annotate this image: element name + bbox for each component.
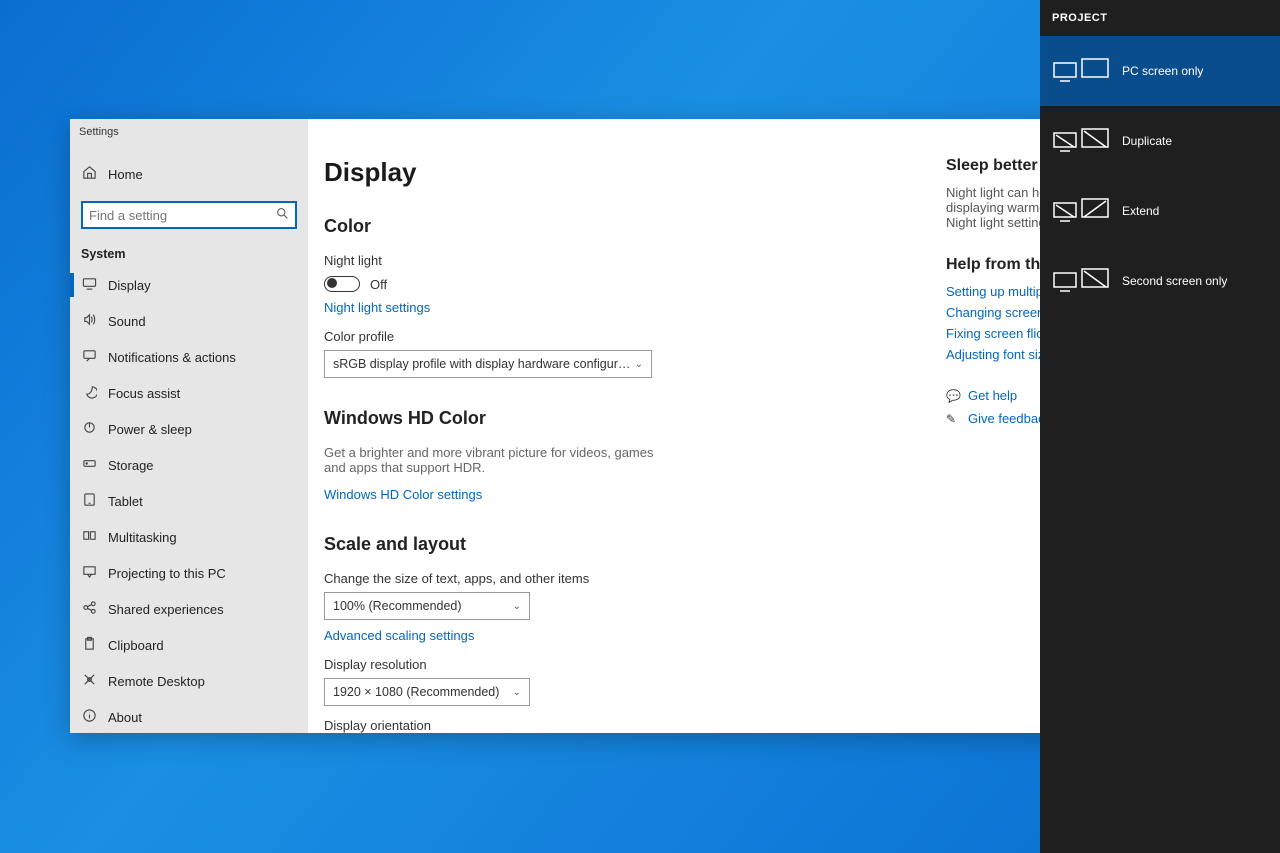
section-color: Color Night light Off Night light settin… [324,216,922,378]
sidebar-nav: Display Sound Notifications & actions Fo… [70,267,308,733]
night-light-label: Night light [324,253,922,268]
sidebar-item-display[interactable]: Display [70,267,308,303]
nav-label: Clipboard [108,638,164,653]
tablet-icon [81,492,97,510]
about-icon [81,708,97,726]
sidebar-item-tablet[interactable]: Tablet [70,483,308,519]
project-option-label: Extend [1122,204,1159,218]
nav-label: Projecting to this PC [108,566,226,581]
clipboard-icon [81,636,97,654]
project-option-label: Duplicate [1122,134,1172,148]
hdr-settings-link[interactable]: Windows HD Color settings [324,487,482,502]
section-scale: Scale and layout Change the size of text… [324,534,922,733]
sidebar-item-shared[interactable]: Shared experiences [70,591,308,627]
sidebar-item-clipboard[interactable]: Clipboard [70,627,308,663]
page-title: Display [324,157,922,188]
sidebar-item-notifications[interactable]: Notifications & actions [70,339,308,375]
chevron-down-icon: ⌄ [513,687,521,698]
multitasking-icon [81,528,97,546]
sidebar-item-multitasking[interactable]: Multitasking [70,519,308,555]
project-option-label: PC screen only [1122,64,1203,78]
orientation-label: Display orientation [324,718,922,733]
sidebar-item-power[interactable]: Power & sleep [70,411,308,447]
chevron-down-icon: ⌄ [635,359,643,370]
nav-home-label: Home [108,167,143,182]
section-hdr: Windows HD Color Get a brighter and more… [324,408,922,504]
nav-label: Remote Desktop [108,674,205,689]
nav-label: Display [108,278,151,293]
project-option-label: Second screen only [1122,274,1227,288]
nav-label: About [108,710,142,725]
nav-label: Sound [108,314,146,329]
resolution-dropdown[interactable]: 1920 × 1080 (Recommended) ⌄ [324,678,530,706]
duplicate-icon [1052,125,1110,157]
scale-dropdown[interactable]: 100% (Recommended) ⌄ [324,592,530,620]
sidebar-category: System [70,233,308,267]
nav-label: Notifications & actions [108,350,236,365]
project-option-pc-only[interactable]: PC screen only [1040,36,1280,106]
chevron-down-icon: ⌄ [513,601,521,612]
nav-label: Storage [108,458,154,473]
nav-label: Shared experiences [108,602,224,617]
project-title: PROJECT [1040,0,1280,36]
scale-label: Change the size of text, apps, and other… [324,571,922,586]
project-option-duplicate[interactable]: Duplicate [1040,106,1280,176]
nav-label: Focus assist [108,386,180,401]
sidebar-item-about[interactable]: About [70,699,308,733]
resolution-label: Display resolution [324,657,922,672]
shared-icon [81,600,97,618]
section-heading-hdr: Windows HD Color [324,408,922,429]
focus-icon [81,384,97,402]
color-profile-label: Color profile [324,329,922,344]
window-title: Settings [70,119,308,142]
feedback-icon: ✎ [946,412,960,426]
help-icon: 💬 [946,389,960,403]
main-column: Display Color Night light Off Night ligh… [324,157,922,733]
section-heading-color: Color [324,216,922,237]
sidebar-item-storage[interactable]: Storage [70,447,308,483]
sidebar-item-sound[interactable]: Sound [70,303,308,339]
second-only-icon [1052,265,1110,297]
nav-home[interactable]: Home [70,156,308,192]
sidebar-item-remote[interactable]: Remote Desktop [70,663,308,699]
night-light-toggle[interactable] [324,276,360,292]
nav-label: Power & sleep [108,422,192,437]
home-icon [81,165,97,183]
night-light-settings-link[interactable]: Night light settings [324,300,430,315]
night-light-state: Off [370,277,387,292]
extend-icon [1052,195,1110,227]
sound-icon [81,312,97,330]
feedback-link: Give feedback [968,411,1051,426]
display-icon [81,276,97,294]
projecting-icon [81,564,97,582]
power-icon [81,420,97,438]
hdr-description: Get a brighter and more vibrant picture … [324,445,664,475]
project-option-extend[interactable]: Extend [1040,176,1280,246]
remote-icon [81,672,97,690]
search-input[interactable] [81,201,297,229]
sidebar-item-focus[interactable]: Focus assist [70,375,308,411]
pc-only-icon [1052,55,1110,87]
get-help-link: Get help [968,388,1017,403]
notifications-icon [81,348,97,366]
color-profile-dropdown[interactable]: sRGB display profile with display hardwa… [324,350,652,378]
color-profile-value: sRGB display profile with display hardwa… [333,357,635,371]
resolution-value: 1920 × 1080 (Recommended) [333,685,499,699]
storage-icon [81,456,97,474]
section-heading-scale: Scale and layout [324,534,922,555]
sidebar-item-projecting[interactable]: Projecting to this PC [70,555,308,591]
nav-label: Tablet [108,494,143,509]
project-flyout: PROJECT PC screen only Duplicate Extend [1040,0,1280,853]
advanced-scaling-link[interactable]: Advanced scaling settings [324,628,474,643]
search-field[interactable] [89,208,276,223]
sidebar: Settings Home System Display So [70,119,308,733]
scale-value: 100% (Recommended) [333,599,462,613]
project-option-second-only[interactable]: Second screen only [1040,246,1280,316]
nav-label: Multitasking [108,530,177,545]
search-icon [276,207,289,223]
